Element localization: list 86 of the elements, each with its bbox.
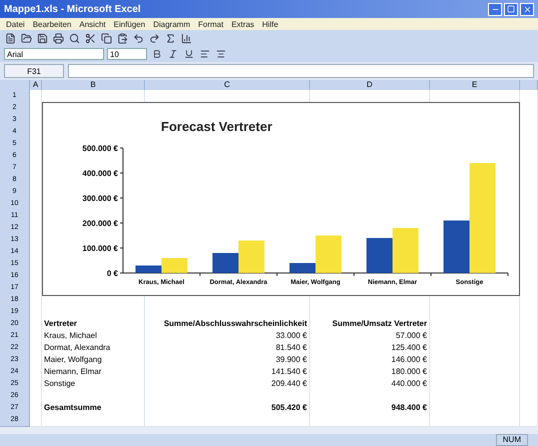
search-icon [69, 32, 80, 44]
y-tick-label: 300.000 € [82, 194, 118, 203]
menu-item[interactable]: Bearbeiten [32, 20, 72, 28]
new-file-icon [5, 32, 16, 44]
align-center-button[interactable] [214, 48, 227, 60]
table-cell: Niemann, Elmar [42, 366, 145, 379]
menu-item[interactable]: Datei [6, 20, 25, 28]
table-cell: Gesamtsumme [42, 402, 145, 415]
bold-icon [152, 49, 162, 59]
align-center-icon [216, 49, 226, 59]
paste-icon [117, 32, 128, 44]
name-box[interactable]: F31 [4, 64, 64, 78]
new-file-button[interactable] [4, 32, 17, 44]
column-header[interactable]: C [145, 80, 310, 91]
underline-icon [184, 49, 194, 59]
scissors-icon [85, 32, 96, 44]
copy-button[interactable] [100, 32, 113, 44]
header-filler [520, 80, 538, 91]
y-tick-label: 400.000 € [82, 169, 118, 178]
print-button[interactable] [52, 32, 65, 44]
bar [366, 238, 392, 273]
y-tick-label: 500.000 € [82, 144, 118, 153]
undo-icon [133, 32, 144, 44]
status-indicator: NUM [496, 434, 528, 446]
table-cell: Vertreter [42, 318, 145, 331]
table-cell: Summe/Abschlusswahrscheinlichkeit [145, 318, 310, 331]
folder-icon [21, 32, 32, 44]
save-icon [37, 32, 48, 44]
table-cell: 81.540 € [145, 342, 310, 355]
table-cell: 39.900 € [145, 354, 310, 367]
font-size-select[interactable]: 10 [107, 48, 147, 60]
chart-button[interactable] [180, 32, 193, 44]
table-cell: 146.000 € [310, 354, 430, 367]
table-cell: 180.000 € [310, 366, 430, 379]
font-select[interactable]: Arial [4, 48, 104, 60]
align-left-icon [200, 49, 210, 59]
folder-button[interactable] [20, 32, 33, 44]
search-button[interactable] [68, 32, 81, 44]
column-header[interactable]: D [310, 80, 430, 91]
scissors-button[interactable] [84, 32, 97, 44]
table-cell: 125.400 € [310, 342, 430, 355]
table-cell: 33.000 € [145, 330, 310, 343]
menu-item[interactable]: Ansicht [79, 20, 106, 28]
paste-button[interactable] [116, 32, 129, 44]
menu-item[interactable]: Format [198, 20, 224, 28]
copy-icon [101, 32, 112, 44]
undo-button[interactable] [132, 32, 145, 44]
column-header[interactable]: E [430, 80, 520, 91]
menu-item[interactable]: Einfügen [114, 20, 146, 28]
select-all-corner[interactable] [0, 80, 30, 91]
table-cell: 440.000 € [310, 378, 430, 391]
chart-icon [181, 32, 192, 44]
y-tick-label: 200.000 € [82, 219, 118, 228]
table-cell: Sonstige [42, 378, 145, 391]
table-cell: 209.440 € [145, 378, 310, 391]
table-cell: 948.400 € [310, 402, 430, 415]
table-cell: 141.540 € [145, 366, 310, 379]
table-cell: Maier, Wolfgang [42, 354, 145, 367]
y-tick-label: 100.000 € [82, 244, 118, 253]
redo-button[interactable] [148, 32, 161, 44]
sum-icon [165, 32, 176, 44]
save-button[interactable] [36, 32, 49, 44]
table-cell: 505.420 € [145, 402, 310, 415]
chart-title: Forecast Vertreter [161, 119, 272, 134]
column-header[interactable]: B [42, 80, 145, 91]
align-left-button[interactable] [198, 48, 211, 60]
maximize-button[interactable] [504, 2, 518, 16]
table-cell: Kraus, Michael [42, 330, 145, 343]
close-icon [522, 4, 532, 14]
menu-item[interactable]: Hilfe [262, 20, 278, 28]
table-cell: 57.000 € [310, 330, 430, 343]
column-header[interactable]: A [30, 80, 42, 91]
y-tick-label: 0 € [106, 269, 118, 278]
print-icon [53, 32, 64, 44]
bar [392, 228, 418, 273]
italic-icon [168, 49, 178, 59]
table-cell: Dormat, Alexandra [42, 342, 145, 355]
minimize-button[interactable] [488, 2, 502, 16]
table-cell: Summe/Umsatz Vertreter [310, 318, 430, 331]
maximize-icon [507, 5, 515, 13]
close-button[interactable] [520, 2, 534, 16]
menu-item[interactable]: Diagramm [153, 20, 190, 28]
menu-item[interactable]: Extras [231, 20, 254, 28]
window-title: Mappe1.xls - Microsoft Excel [4, 4, 141, 14]
formula-input[interactable] [68, 64, 534, 78]
redo-icon [149, 32, 160, 44]
